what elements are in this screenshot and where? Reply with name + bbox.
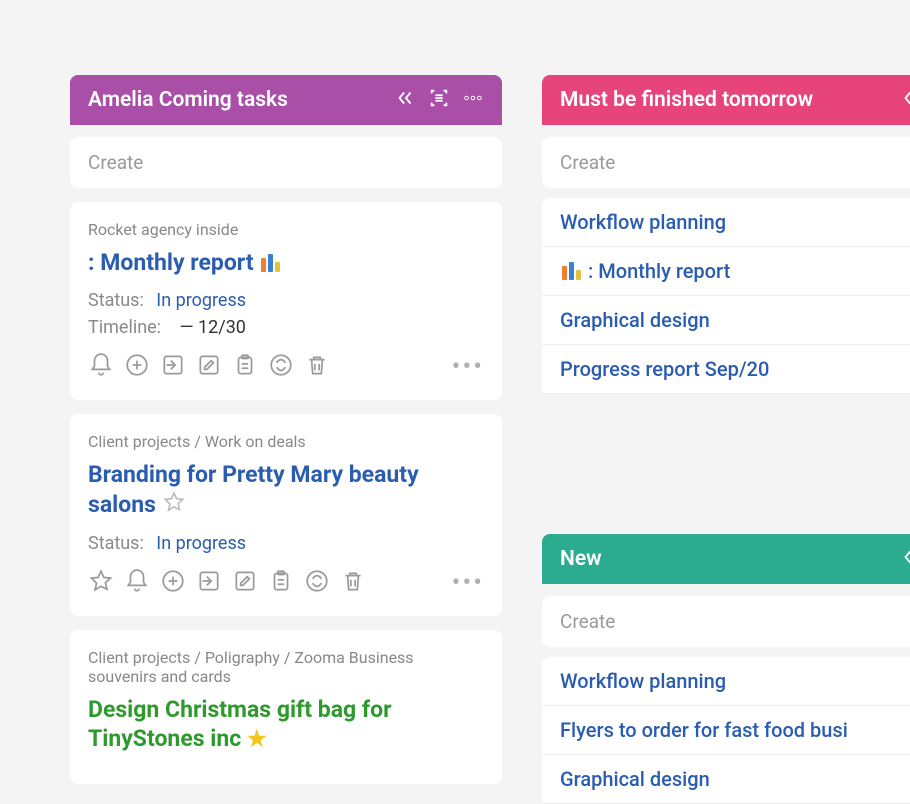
column-right: Must be finished tomorrow Create Workflo… bbox=[542, 75, 910, 804]
task-card[interactable]: Client projects / Work on deals Branding… bbox=[70, 414, 502, 617]
column-header: Amelia Coming tasks bbox=[70, 75, 502, 125]
card-title: Branding for Pretty Mary beauty salons bbox=[88, 461, 484, 522]
bell-icon[interactable] bbox=[88, 352, 114, 382]
clipboard-icon[interactable] bbox=[232, 352, 258, 382]
list-item[interactable]: Workflow planning bbox=[542, 657, 910, 706]
plus-circle-icon[interactable] bbox=[124, 352, 150, 382]
bell-icon[interactable] bbox=[124, 568, 150, 598]
status-row: Status: In progress bbox=[88, 290, 484, 311]
timeline-row: Timeline: — 12/30 bbox=[88, 317, 484, 338]
clipboard-icon[interactable] bbox=[268, 568, 294, 598]
more-icon[interactable]: ••• bbox=[452, 568, 484, 598]
card-title: Design Christmas gift bag for TinyStones… bbox=[88, 696, 484, 754]
list-item[interactable]: Graphical design bbox=[542, 296, 910, 345]
create-input[interactable]: Create bbox=[542, 596, 910, 647]
task-card[interactable]: Client projects / Poligraphy / Zooma Bus… bbox=[70, 630, 502, 784]
card-actions: ••• bbox=[88, 568, 484, 598]
create-input[interactable]: Create bbox=[70, 137, 502, 188]
item-list: Workflow planning Flyers to order for fa… bbox=[542, 657, 910, 804]
card-actions: ••• bbox=[88, 352, 484, 382]
list-item[interactable]: Workflow planning bbox=[542, 198, 910, 247]
edit-icon[interactable] bbox=[232, 568, 258, 598]
card-breadcrumb: Client projects / Poligraphy / Zooma Bus… bbox=[88, 648, 484, 686]
column-title: Amelia Coming tasks bbox=[88, 88, 394, 112]
card-title: : Monthly report bbox=[88, 249, 484, 278]
column-title: New bbox=[560, 547, 900, 571]
edit-icon[interactable] bbox=[196, 352, 222, 382]
trash-icon[interactable] bbox=[340, 568, 366, 598]
collapse-icon[interactable] bbox=[394, 87, 416, 113]
collapse-icon[interactable] bbox=[900, 546, 910, 572]
trash-icon[interactable] bbox=[304, 352, 330, 382]
star-icon[interactable] bbox=[162, 490, 186, 522]
list-item[interactable]: : Monthly report bbox=[542, 247, 910, 296]
chart-icon bbox=[562, 262, 581, 280]
status-row: Status: In progress bbox=[88, 533, 484, 554]
list-item[interactable]: Progress report Sep/20 bbox=[542, 345, 910, 394]
collapse-icon[interactable] bbox=[900, 87, 910, 113]
star-icon[interactable] bbox=[88, 568, 114, 598]
card-breadcrumb: Client projects / Work on deals bbox=[88, 432, 484, 451]
task-card[interactable]: Rocket agency inside : Monthly report St… bbox=[70, 202, 502, 400]
list-item[interactable]: Flyers to order for fast food busi bbox=[542, 706, 910, 755]
create-input[interactable]: Create bbox=[542, 137, 910, 188]
column-header: New bbox=[542, 534, 910, 584]
column-title: Must be finished tomorrow bbox=[560, 88, 900, 112]
column-amelia-coming-tasks: Amelia Coming tasks Create Rocket agency… bbox=[70, 75, 502, 804]
cycle-icon[interactable] bbox=[268, 352, 294, 382]
item-list: Workflow planning : Monthly report Graph… bbox=[542, 198, 910, 394]
more-icon[interactable]: ••• bbox=[452, 352, 484, 382]
more-icon[interactable] bbox=[462, 87, 484, 113]
chart-icon bbox=[261, 254, 280, 272]
cycle-icon[interactable] bbox=[304, 568, 330, 598]
plus-circle-icon[interactable] bbox=[160, 568, 186, 598]
card-breadcrumb: Rocket agency inside bbox=[88, 220, 484, 239]
import-icon[interactable] bbox=[196, 568, 222, 598]
import-icon[interactable] bbox=[160, 352, 186, 382]
star-icon[interactable]: ★ bbox=[247, 727, 267, 752]
column-header: Must be finished tomorrow bbox=[542, 75, 910, 125]
scan-icon[interactable] bbox=[428, 87, 450, 113]
